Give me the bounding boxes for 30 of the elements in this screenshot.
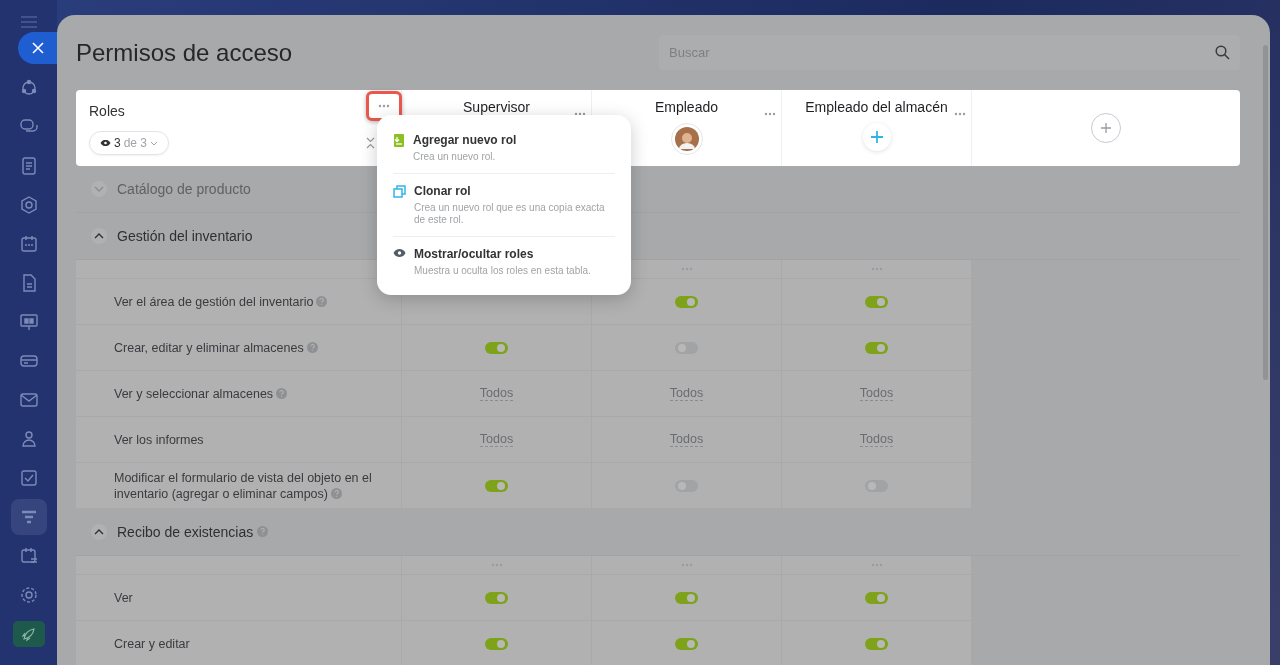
permission-label: Ver y seleccionar almacenes — [114, 385, 288, 402]
menu-item[interactable]: Clonar rol Crea un nuevo rol que es una copia exacta de este rol. — [393, 174, 615, 237]
access-level-select[interactable]: Todos — [859, 432, 894, 447]
access-level-select[interactable]: Todos — [479, 432, 514, 447]
role-name: Empleado — [654, 99, 718, 115]
permission-label: Crear y editar — [114, 635, 190, 652]
section-title: Catálogo de producto — [117, 181, 251, 197]
menu-item-title: Mostrar/ocultar roles — [414, 247, 535, 261]
menu-item-description: Muestra u oculta los roles en esta tabla. — [414, 265, 591, 277]
access-level-select[interactable]: Todos — [669, 386, 704, 401]
permission-label: Crear, editar y eliminar almacenes — [114, 339, 318, 356]
permission-label: Modificar el formulario de vista del objeto en el inventario (agregar o eliminar campos) — [114, 469, 373, 502]
access-level-select[interactable]: Todos — [479, 386, 514, 401]
column-title: Roles — [89, 102, 125, 119]
menu-item-description: Crea un nuevo rol que es una copia exacta de este rol. — [414, 202, 606, 226]
permission-label: Ver los informes — [114, 431, 204, 448]
access-level-select[interactable]: Todos — [669, 432, 704, 447]
role-name: Supervisor — [463, 99, 530, 115]
menu-item-title: Clonar rol — [414, 184, 472, 198]
section-title: Gestión del inventario — [117, 228, 253, 244]
menu-item-title: Agregar nuevo rol — [413, 133, 517, 147]
section-title: Recibo de existencias — [117, 524, 269, 540]
role-name: Empleado del almacén — [805, 99, 948, 115]
menu-item[interactable]: Mostrar/ocultar roles Muestra u oculta los roles en esta tabla. — [393, 237, 615, 287]
permission-label: Ver — [114, 589, 133, 606]
access-level-select[interactable]: Todos — [859, 386, 894, 401]
menu-item[interactable]: Agregar nuevo rol Crea un nuevo rol. — [393, 123, 615, 174]
menu-item-description: Crea un nuevo rol. — [413, 151, 497, 163]
permission-label: Ver el área de gestión del inventario — [114, 293, 328, 310]
page-title: Permisos de acceso — [76, 38, 293, 67]
